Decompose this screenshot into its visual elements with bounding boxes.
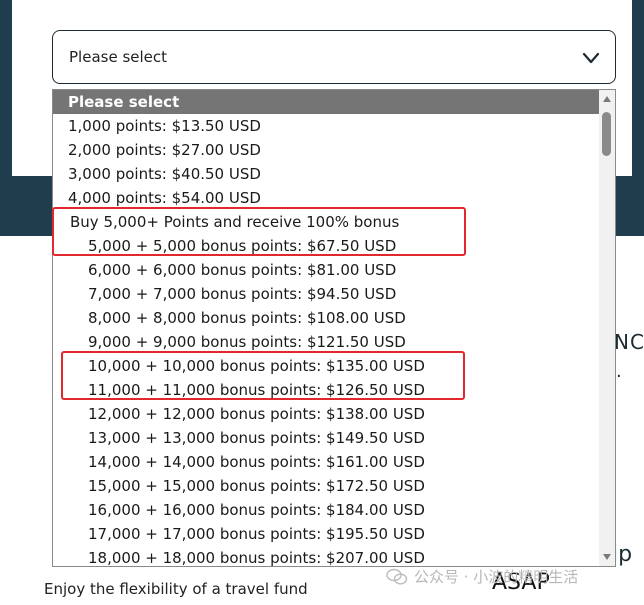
dropdown-option[interactable]: 1,000 points: $13.50 USD <box>53 114 599 138</box>
travel-fund-caption: Enjoy the flexibility of a travel fund <box>44 580 308 598</box>
watermark-text: 公众号 · 小波的精明生活 <box>414 568 579 586</box>
dropdown-option[interactable]: 2,000 points: $27.00 USD <box>53 138 599 162</box>
dropdown-option[interactable]: 3,000 points: $40.50 USD <box>53 162 599 186</box>
points-select[interactable]: Please select <box>52 30 616 84</box>
chevron-down-icon <box>582 52 600 64</box>
background-dot-fragment: · <box>616 366 622 387</box>
dropdown-scrollbar[interactable] <box>599 90 615 566</box>
watermark: 公众号 · 小波的精明生活 <box>386 566 578 587</box>
background-heading-fragment: NC <box>614 330 644 354</box>
dropdown-option[interactable]: 4,000 points: $54.00 USD <box>53 186 599 210</box>
dropdown-option[interactable]: 17,000 + 17,000 bonus points: $195.50 US… <box>53 522 599 546</box>
dropdown-option[interactable]: 15,000 + 15,000 bonus points: $172.50 US… <box>53 474 599 498</box>
select-value: Please select <box>69 48 168 66</box>
dropdown-option[interactable]: 14,000 + 14,000 bonus points: $161.00 US… <box>53 450 599 474</box>
dropdown-option[interactable]: 8,000 + 8,000 bonus points: $108.00 USD <box>53 306 599 330</box>
dropdown-option[interactable]: Please select <box>53 90 599 114</box>
dropdown-option[interactable]: 13,000 + 13,000 bonus points: $149.50 US… <box>53 426 599 450</box>
dropdown-option[interactable]: 18,000 + 18,000 bonus points: $207.00 US… <box>53 546 599 566</box>
dropdown-option[interactable]: 11,000 + 11,000 bonus points: $126.50 US… <box>53 378 599 402</box>
scroll-up-arrow-icon[interactable] <box>603 96 611 102</box>
dropdown-option[interactable]: 16,000 + 16,000 bonus points: $184.00 US… <box>53 498 599 522</box>
points-dropdown-list[interactable]: Please select 1,000 points: $13.50 USD 2,0… <box>52 89 616 567</box>
dropdown-option[interactable]: 9,000 + 9,000 bonus points: $121.50 USD <box>53 330 599 354</box>
dropdown-option[interactable]: 7,000 + 7,000 bonus points: $94.50 USD <box>53 282 599 306</box>
dropdown-options: Please select 1,000 points: $13.50 USD 2,0… <box>53 90 599 566</box>
scrollbar-thumb[interactable] <box>602 112 611 156</box>
wechat-icon <box>386 568 408 585</box>
scroll-down-arrow-icon[interactable] <box>603 554 611 560</box>
dropdown-option[interactable]: 10,000 + 10,000 bonus points: $135.00 US… <box>53 354 599 378</box>
dropdown-option[interactable]: 5,000 + 5,000 bonus points: $67.50 USD <box>53 234 599 258</box>
option-group-label: Buy 5,000+ Points and receive 100% bonus <box>70 213 400 231</box>
dropdown-option[interactable]: 12,000 + 12,000 bonus points: $138.00 US… <box>53 402 599 426</box>
dropdown-option[interactable]: 6,000 + 6,000 bonus points: $81.00 USD <box>53 258 599 282</box>
